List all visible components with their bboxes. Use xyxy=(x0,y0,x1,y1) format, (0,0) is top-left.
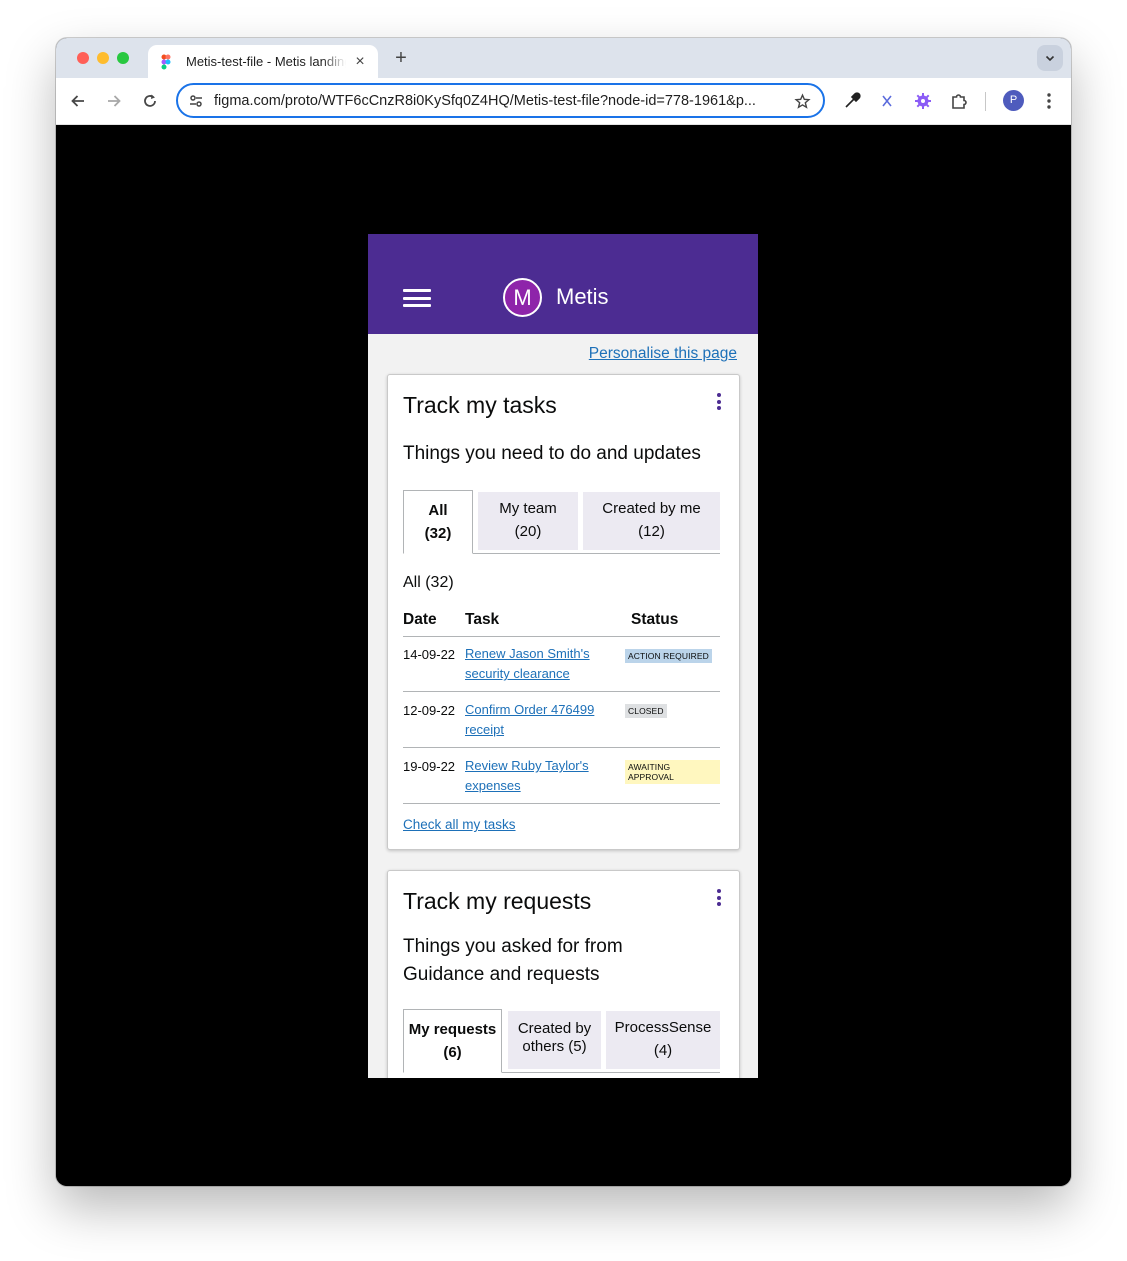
maximize-window-button[interactable] xyxy=(117,52,129,64)
task-date: 19-09-22 xyxy=(403,759,456,774)
column-header-task: Task xyxy=(465,611,500,628)
tab-close-icon[interactable]: × xyxy=(352,53,368,71)
mobile-prototype-frame: M Metis Personalise this page Track my t… xyxy=(368,234,758,1078)
card-options-icon[interactable] xyxy=(715,889,723,909)
star-icon[interactable] xyxy=(794,93,811,110)
browser-menu-button[interactable] xyxy=(1038,90,1060,112)
column-header-date: Date xyxy=(403,611,437,628)
more-vert-icon xyxy=(1047,93,1051,109)
card-title: Track my tasks xyxy=(403,392,557,418)
card-subtitle: Things you asked for from Guidance and r… xyxy=(403,936,623,985)
table-row: 14-09-22 Renew Jason Smith's security cle… xyxy=(403,637,720,692)
track-tasks-card: Track my tasks Things you need to do and… xyxy=(387,374,740,850)
eyedropper-icon xyxy=(845,92,861,108)
close-window-button[interactable] xyxy=(77,52,89,64)
status-badge: AWAITING APPROVAL xyxy=(625,760,720,784)
status-badge: ACTION REQUIRED xyxy=(625,649,712,663)
tab-created-by-me[interactable]: Created by me (12) xyxy=(583,492,720,550)
track-requests-card: Track my requests Things you asked for f… xyxy=(387,870,740,1078)
tab-my-team[interactable]: My team (20) xyxy=(478,492,578,550)
table-row: 19-09-22 Review Ruby Taylor's expenses AW… xyxy=(403,749,720,804)
url-text: figma.com/proto/WTF6cCnzR8i0KySfq0Z4HQ/M… xyxy=(214,93,756,109)
extensions-button[interactable] xyxy=(948,90,970,112)
task-link[interactable]: Renew Jason Smith's security clearance xyxy=(465,644,600,684)
tasks-tabs: All (32) My team (20) Created by me (12) xyxy=(403,490,720,554)
tab-title: Metis-test-file - Metis landing xyxy=(186,54,346,69)
column-header-status: Status xyxy=(631,611,679,628)
card-options-icon[interactable] xyxy=(715,393,723,413)
hamburger-menu-icon[interactable] xyxy=(403,289,431,307)
browser-tab[interactable]: Metis-test-file - Metis landing × xyxy=(148,45,378,78)
new-tab-button[interactable]: + xyxy=(389,46,413,70)
extension-gear-button[interactable] xyxy=(912,90,934,112)
app-logo: M xyxy=(503,278,542,317)
back-icon xyxy=(71,95,84,107)
reload-button[interactable] xyxy=(139,90,161,112)
extension-x-button[interactable] xyxy=(876,90,898,112)
table-row: 12-09-22 Confirm Order 476499 receipt CLO… xyxy=(403,693,720,748)
extension-x-icon xyxy=(882,95,892,107)
status-badge: CLOSED xyxy=(625,704,667,718)
requests-tabs: My requests (6) Created by others (5) Pr… xyxy=(403,1009,720,1073)
extensions-puzzle-icon xyxy=(952,94,967,109)
tab-created-by-others[interactable]: Created by others (5) xyxy=(508,1011,601,1069)
eyedropper-button[interactable] xyxy=(841,90,863,112)
app-name: Metis xyxy=(556,284,609,309)
toolbar-divider xyxy=(985,92,986,111)
reload-icon xyxy=(144,94,156,107)
back-button[interactable] xyxy=(67,90,89,112)
task-date: 14-09-22 xyxy=(403,647,456,662)
tab-processsense[interactable]: ProcessSense (4) xyxy=(606,1011,720,1069)
personalise-page-link[interactable]: Personalise this page xyxy=(589,345,737,363)
profile-avatar[interactable]: P xyxy=(1003,90,1024,111)
page-viewport: M Metis Personalise this page Track my t… xyxy=(56,125,1071,1186)
forward-button[interactable] xyxy=(103,90,125,112)
task-link[interactable]: Review Ruby Taylor's expenses xyxy=(465,756,600,796)
chevron-down-icon xyxy=(1045,55,1055,62)
section-heading: All (32) xyxy=(403,574,454,591)
check-all-tasks-link[interactable]: Check all my tasks xyxy=(403,817,516,832)
tab-my-requests[interactable]: My requests (6) xyxy=(403,1009,502,1073)
task-link[interactable]: Confirm Order 476499 receipt xyxy=(465,700,600,740)
forward-icon xyxy=(108,95,121,107)
browser-toolbar: figma.com/proto/WTF6cCnzR8i0KySfq0Z4HQ/M… xyxy=(56,78,1071,125)
site-settings-icon[interactable] xyxy=(188,93,204,109)
card-subtitle: Things you need to do and updates xyxy=(403,443,701,464)
extension-gear-icon xyxy=(915,93,931,109)
minimize-window-button[interactable] xyxy=(97,52,109,64)
figma-icon xyxy=(161,54,171,69)
browser-window: Metis-test-file - Metis landing × + figm… xyxy=(56,38,1071,1186)
tab-search-button[interactable] xyxy=(1037,45,1063,71)
address-bar[interactable]: figma.com/proto/WTF6cCnzR8i0KySfq0Z4HQ/M… xyxy=(176,83,825,118)
tab-strip: Metis-test-file - Metis landing × + xyxy=(56,38,1071,78)
task-date: 12-09-22 xyxy=(403,703,456,718)
app-header: M Metis xyxy=(368,234,758,334)
tab-all[interactable]: All (32) xyxy=(403,490,473,554)
card-title: Track my requests xyxy=(403,888,592,914)
